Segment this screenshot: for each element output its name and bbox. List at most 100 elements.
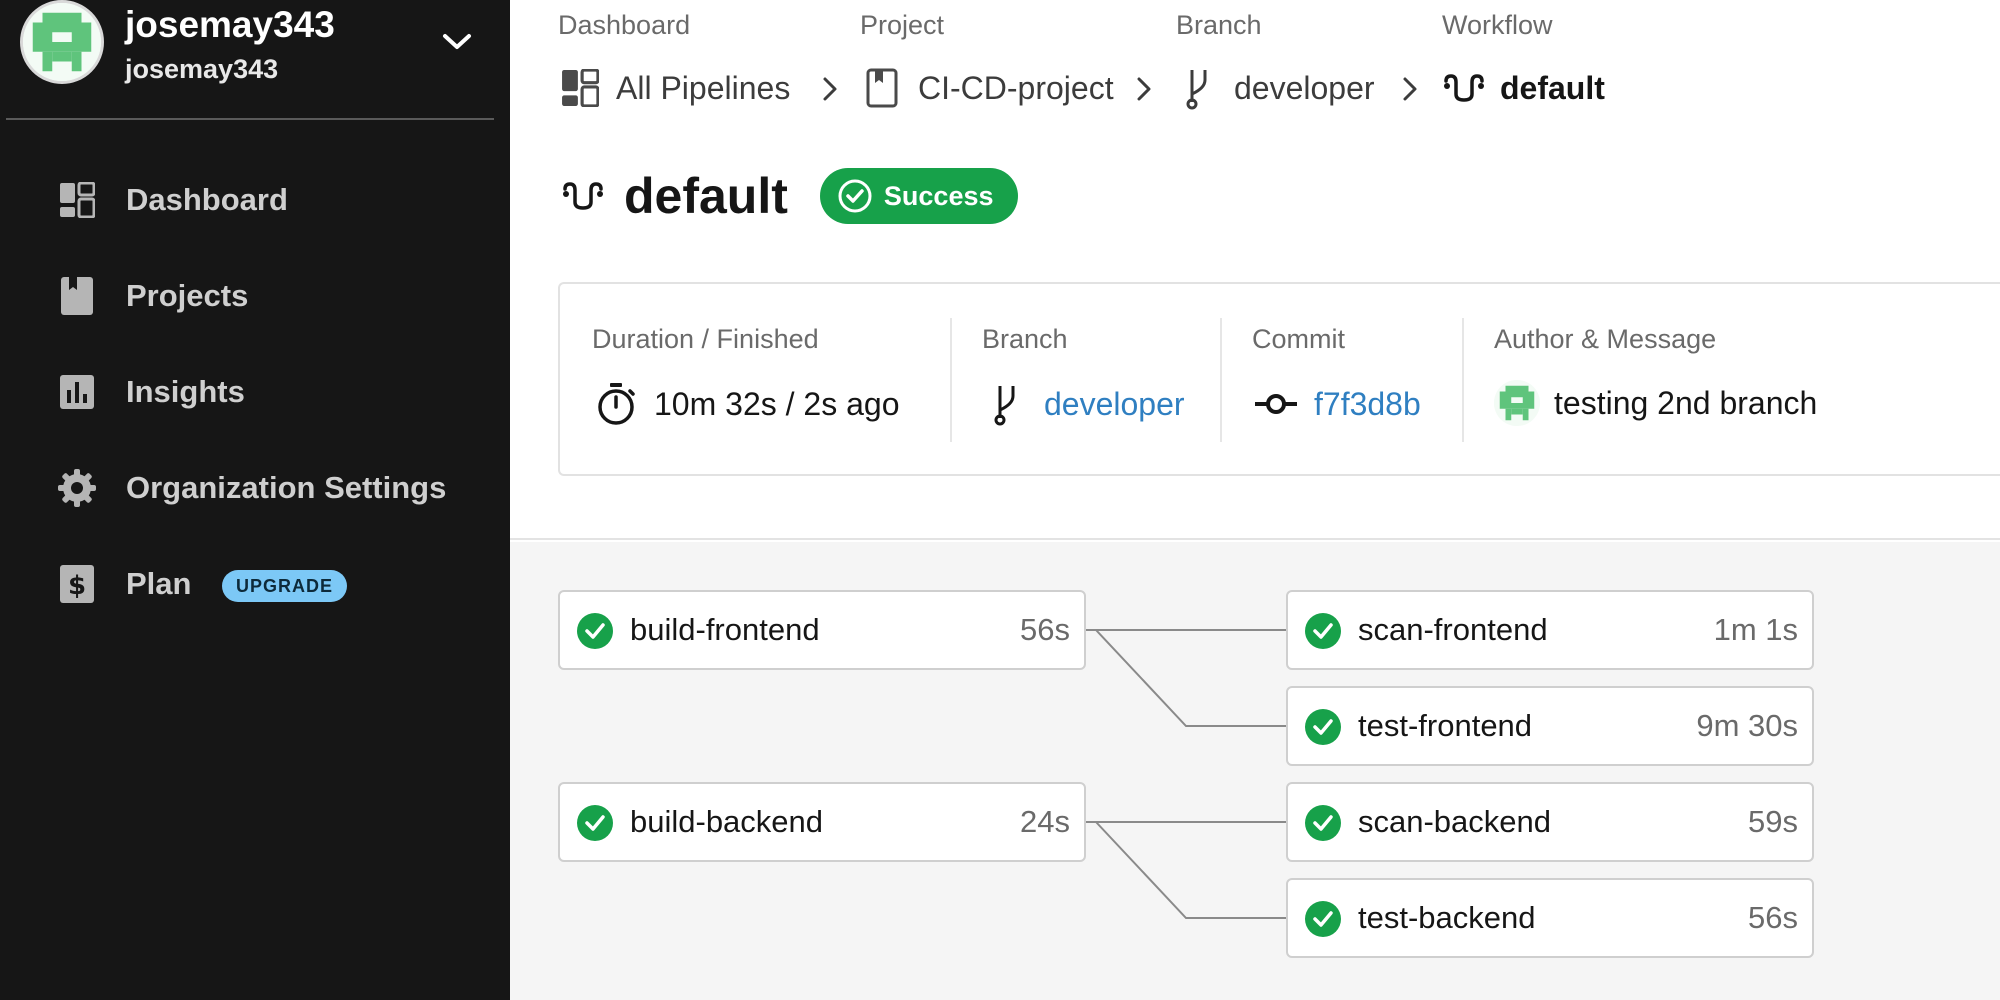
- svg-text:$: $: [68, 571, 86, 601]
- commit-caption: Commit: [1252, 324, 1345, 354]
- job-card-scan-frontend[interactable]: scan-frontend 1m 1s: [1286, 590, 1814, 670]
- branch-caption: Branch: [982, 324, 1068, 354]
- job-duration: 9m 30s: [1696, 708, 1798, 743]
- job-name: build-backend: [630, 804, 824, 839]
- gear-icon: [56, 467, 98, 509]
- organization-name: josemay343: [125, 54, 279, 84]
- sidebar-item-label: Plan: [126, 566, 192, 601]
- chevron-right-icon: [1398, 74, 1422, 104]
- workflow-title-row: default Success: [560, 160, 1018, 232]
- sidebar-item-label: Insights: [126, 374, 245, 409]
- workflow-summary-card: Duration / Finished 10m 32s / 2s ago Bra…: [558, 282, 2000, 476]
- job-duration: 59s: [1748, 804, 1798, 839]
- duration-value: 10m 32s / 2s ago: [592, 380, 899, 428]
- commit-message: testing 2nd branch: [1554, 384, 1818, 421]
- job-card-build-frontend[interactable]: build-frontend 56s: [558, 590, 1086, 670]
- breadcrumb-current-workflow[interactable]: default: [1442, 66, 1605, 110]
- breadcrumb-caption: Branch: [1176, 10, 1262, 40]
- job-duration: 24s: [1020, 804, 1070, 839]
- summary-divider: [1462, 318, 1464, 442]
- branch-icon: [982, 380, 1030, 428]
- author-caption: Author & Message: [1494, 324, 1717, 354]
- duration-caption: Duration / Finished: [592, 324, 819, 354]
- insights-icon: [56, 371, 98, 413]
- branch-value: developer: [982, 380, 1185, 428]
- stopwatch-icon: [592, 380, 640, 428]
- sidebar-item-dashboard[interactable]: Dashboard: [0, 160, 510, 240]
- commit-link[interactable]: f7f3d8b: [1314, 386, 1421, 423]
- main-content: Dashboard All Pipelines Project CI-CD-pr…: [510, 0, 2000, 1000]
- project-icon: [860, 66, 904, 110]
- job-duration: 56s: [1020, 612, 1070, 647]
- check-circle-icon: [577, 613, 613, 649]
- sidebar: josemay343 josemay343 Dashboard Projects…: [0, 0, 510, 1000]
- chevron-down-icon: [443, 34, 471, 49]
- identicon-avatar: [23, 3, 101, 81]
- job-card-scan-backend[interactable]: scan-backend 59s: [1286, 782, 1814, 862]
- sidebar-item-label: Dashboard: [126, 182, 288, 217]
- page-title: default: [624, 168, 788, 224]
- branch-link[interactable]: developer: [1044, 386, 1185, 423]
- upgrade-badge[interactable]: UPGRADE: [222, 570, 348, 602]
- job-name: scan-frontend: [1358, 612, 1548, 647]
- job-card-build-backend[interactable]: build-backend 24s: [558, 782, 1086, 862]
- breadcrumb-caption: Project: [860, 10, 945, 40]
- profile-divider: [6, 118, 494, 120]
- sidebar-item-projects[interactable]: Projects: [0, 256, 510, 336]
- commit-value: f7f3d8b: [1252, 380, 1421, 428]
- project-icon: [56, 275, 98, 317]
- breadcrumb-label: CI-CD-project: [918, 69, 1114, 106]
- check-circle-icon: [1305, 613, 1341, 649]
- duration-text: 10m 32s / 2s ago: [654, 385, 900, 422]
- author-value: testing 2nd branch: [1494, 380, 1817, 426]
- sidebar-item-label: Organization Settings: [126, 470, 447, 505]
- breadcrumb-dashboard: Dashboard All Pipelines: [558, 10, 790, 107]
- workflow-icon: [560, 173, 606, 219]
- status-badge: Success: [819, 168, 1018, 224]
- job-name: build-frontend: [630, 612, 820, 647]
- sidebar-item-organization-settings[interactable]: Organization Settings: [0, 448, 510, 528]
- breadcrumb-link-all-pipelines[interactable]: All Pipelines: [558, 66, 790, 110]
- breadcrumb-label: All Pipelines: [616, 69, 791, 106]
- breadcrumb-project: Project CI-CD-project: [860, 10, 1114, 108]
- user-name: josemay343: [125, 4, 335, 45]
- dashboard-icon: [558, 66, 602, 110]
- job-duration: 1m 1s: [1713, 612, 1798, 647]
- breadcrumb-branch: Branch developer: [1176, 10, 1375, 110]
- check-circle-icon: [577, 805, 613, 841]
- breadcrumb-label: developer: [1234, 69, 1375, 106]
- job-card-test-backend[interactable]: test-backend 56s: [1286, 878, 1814, 958]
- job-name: test-frontend: [1358, 708, 1533, 743]
- breadcrumb-caption: Dashboard: [558, 10, 691, 40]
- branch-icon: [1176, 66, 1220, 110]
- check-circle-icon: [1305, 709, 1341, 745]
- job-duration: 56s: [1748, 900, 1798, 935]
- breadcrumb-caption: Workflow: [1442, 10, 1553, 40]
- profile-menu-toggle[interactable]: [432, 22, 482, 62]
- sidebar-item-label: Projects: [126, 278, 249, 313]
- dashboard-icon: [56, 179, 98, 221]
- breadcrumb-link-branch[interactable]: developer: [1176, 66, 1375, 110]
- workflow-header: Dashboard All Pipelines Project CI-CD-pr…: [510, 0, 2000, 540]
- avatar[interactable]: [20, 0, 104, 84]
- status-label: Success: [883, 180, 994, 211]
- chevron-right-icon: [1132, 74, 1156, 104]
- commit-icon: [1252, 380, 1300, 428]
- check-circle-icon: [1305, 805, 1341, 841]
- sidebar-item-insights[interactable]: Insights: [0, 352, 510, 432]
- chevron-right-icon: [818, 74, 842, 104]
- breadcrumb-label: default: [1500, 69, 1605, 106]
- summary-divider: [1220, 318, 1222, 442]
- breadcrumb-link-project[interactable]: CI-CD-project: [860, 66, 1114, 110]
- workflow-graph: build-frontend 56s scan-frontend 1m 1s t…: [510, 542, 2000, 1000]
- job-card-test-frontend[interactable]: test-frontend 9m 30s: [1286, 686, 1814, 766]
- user-profile: josemay343 josemay343: [0, 0, 510, 120]
- check-circle-icon: [1305, 901, 1341, 937]
- summary-divider: [950, 318, 952, 442]
- job-name: test-backend: [1358, 900, 1536, 935]
- check-circle-icon: [838, 179, 872, 213]
- author-avatar: [1494, 380, 1540, 426]
- dollar-icon: $: [56, 563, 98, 605]
- job-name: scan-backend: [1358, 804, 1552, 839]
- breadcrumb-workflow: Workflow default: [1442, 10, 1605, 106]
